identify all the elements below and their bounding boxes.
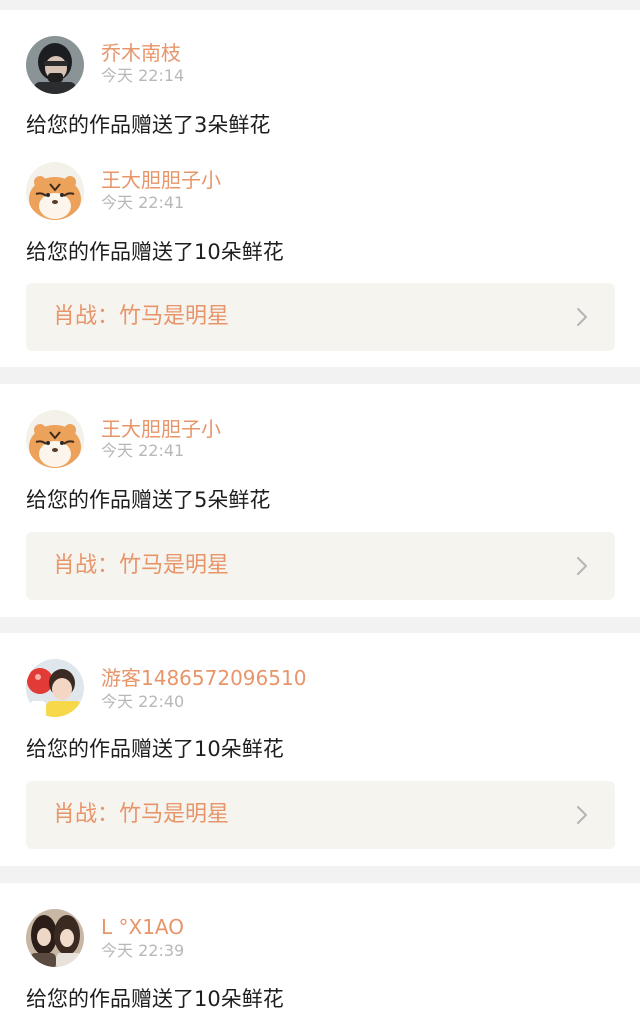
work-title: 肖战：竹马是明星 [53, 304, 230, 329]
timestamp: 今天 22:41 [101, 193, 185, 212]
timestamp: 今天 22:41 [101, 441, 185, 460]
user-avatar[interactable] [26, 410, 84, 468]
work-link[interactable]: 肖战：竹马是明星 [26, 781, 615, 849]
timestamp: 今天 22:14 [101, 66, 185, 85]
notification-card: L °X1AO 今天 22:39 给您的作品赠送了10朵鲜花 [0, 883, 640, 1027]
work-link[interactable]: 肖战：竹马是明星 [26, 532, 615, 600]
work-title: 肖战：竹马是明星 [53, 802, 230, 827]
gift-message: 给您的作品赠送了10朵鲜花 [26, 987, 284, 1011]
chevron-right-icon [577, 557, 587, 575]
user-avatar[interactable] [26, 36, 84, 94]
timestamp: 今天 22:39 [101, 941, 185, 960]
chevron-right-icon [577, 308, 587, 326]
user-name[interactable]: 游客1486572096510 [101, 668, 306, 688]
user-name[interactable]: 王大胆胆子小 [101, 419, 221, 439]
user-name[interactable]: 乔木南枝 [101, 43, 181, 63]
user-avatar[interactable] [26, 659, 84, 717]
work-title: 肖战：竹马是明星 [53, 553, 230, 578]
user-name[interactable]: 王大胆胆子小 [101, 170, 221, 190]
user-avatar[interactable] [26, 909, 84, 967]
gift-message: 给您的作品赠送了10朵鲜花 [26, 737, 284, 761]
notification-card: 游客1486572096510 今天 22:40 给您的作品赠送了10朵鲜花 肖… [0, 633, 640, 866]
gift-message: 给您的作品赠送了3朵鲜花 [26, 113, 271, 137]
chevron-right-icon [577, 806, 587, 824]
user-name[interactable]: L °X1AO [101, 917, 184, 937]
user-avatar[interactable] [26, 162, 84, 220]
gift-message: 给您的作品赠送了5朵鲜花 [26, 488, 271, 512]
notification-card: 乔木南枝 今天 22:14 给您的作品赠送了3朵鲜花 王大胆胆子小 今天 22:… [0, 10, 640, 367]
notification-card: 王大胆胆子小 今天 22:41 给您的作品赠送了5朵鲜花 肖战：竹马是明星 [0, 384, 640, 617]
gift-message: 给您的作品赠送了10朵鲜花 [26, 240, 284, 264]
timestamp: 今天 22:40 [101, 692, 185, 711]
work-link[interactable]: 肖战：竹马是明星 [26, 283, 615, 351]
